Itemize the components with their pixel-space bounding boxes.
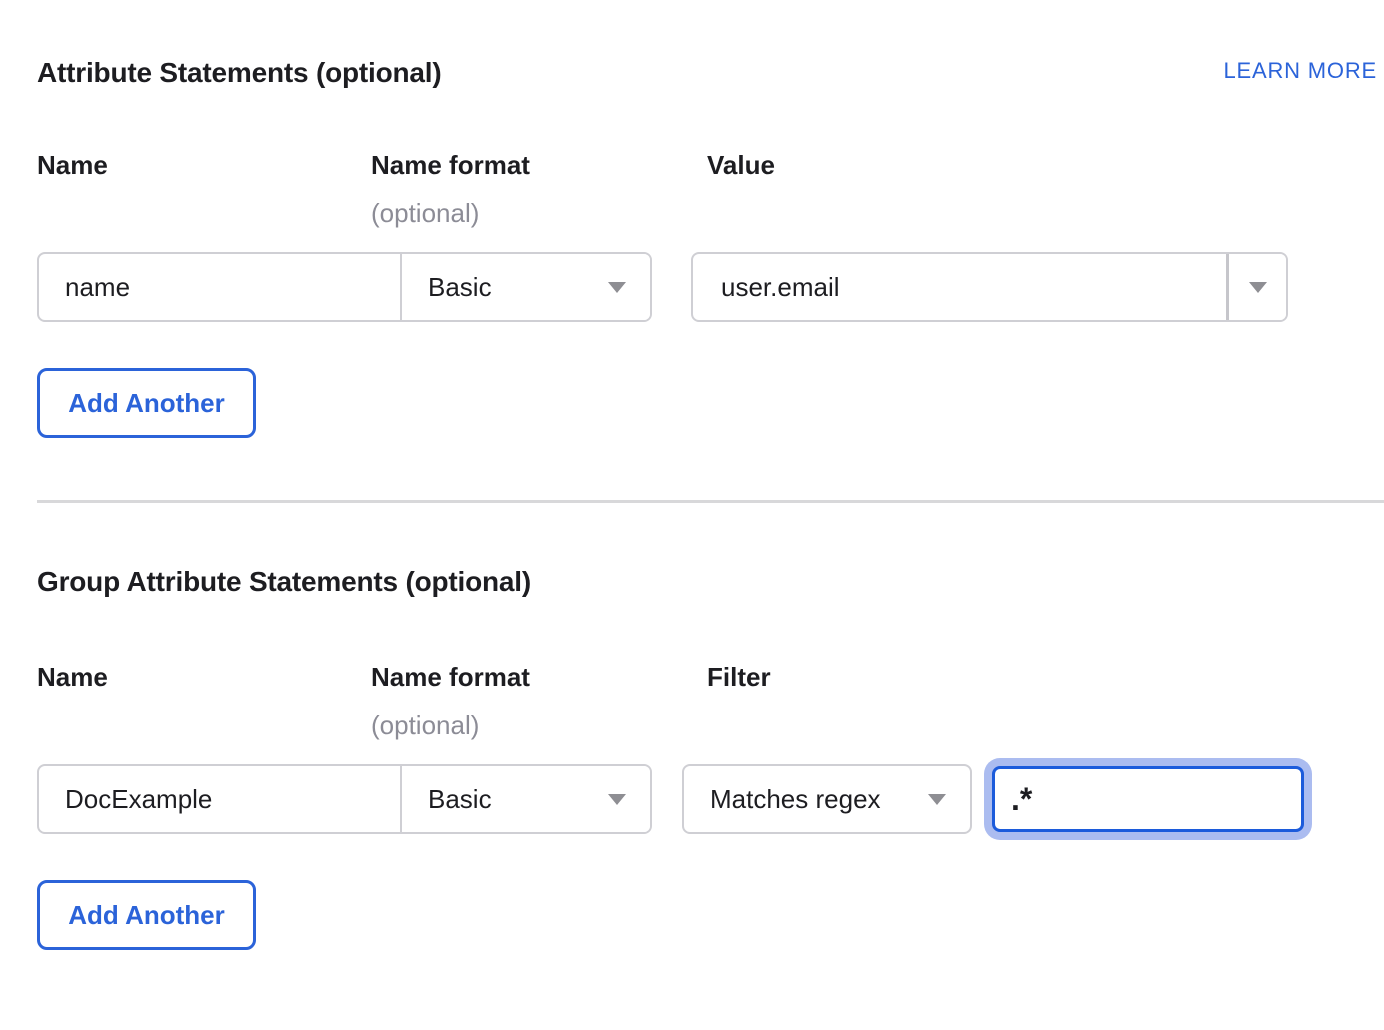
group-name-format-selected-value: Basic [428, 784, 492, 815]
attribute-statements-title: Attribute Statements (optional) [37, 56, 441, 90]
column-label-name: Name [37, 662, 371, 692]
group-column-headers: Name Name format (optional) Filter [37, 662, 1384, 740]
learn-more-link[interactable]: LEARN MORE [1224, 58, 1377, 84]
attribute-statements-header: Attribute Statements (optional) LEARN MO… [37, 56, 1384, 90]
filter-operator-selected-value: Matches regex [710, 784, 881, 815]
attribute-column-headers: Name Name format (optional) Value [37, 150, 1384, 228]
column-label-name-format-optional: (optional) [371, 710, 707, 740]
column-label-name-format: Name format [371, 662, 707, 692]
value-dropdown-button[interactable] [1229, 254, 1286, 320]
filter-regex-input[interactable] [992, 766, 1304, 832]
column-label-name-format: Name format [371, 150, 707, 180]
attribute-statement-row: Basic [37, 252, 1384, 322]
chevron-down-icon [608, 794, 626, 805]
name-format-selected-value: Basic [428, 272, 492, 303]
attribute-value-input[interactable] [693, 254, 1226, 320]
value-combobox [691, 252, 1288, 322]
add-another-attribute-button[interactable]: Add Another [37, 368, 256, 438]
chevron-down-icon [608, 282, 626, 293]
chevron-down-icon [928, 794, 946, 805]
attribute-name-input[interactable] [39, 254, 400, 320]
column-label-name: Name [37, 150, 371, 180]
chevron-down-icon [1249, 282, 1267, 293]
group-name-format-select[interactable]: Basic [402, 766, 650, 832]
column-label-name-format-optional: (optional) [371, 198, 707, 228]
filter-operator-select[interactable]: Matches regex [682, 764, 972, 834]
group-attribute-name-input[interactable] [39, 766, 400, 832]
group-attribute-statements-title: Group Attribute Statements (optional) [37, 565, 531, 599]
saml-settings-page: Attribute Statements (optional) LEARN MO… [0, 56, 1384, 950]
name-format-select[interactable]: Basic [402, 254, 650, 320]
name-and-format-group: Basic [37, 252, 652, 322]
group-name-and-format-group: Basic [37, 764, 652, 834]
column-label-filter: Filter [707, 662, 1384, 692]
group-attribute-statement-row: Basic Matches regex [37, 764, 1384, 834]
section-divider [37, 500, 1384, 503]
add-another-group-attribute-button[interactable]: Add Another [37, 880, 256, 950]
column-label-value: Value [707, 150, 1384, 180]
group-attribute-statements-header: Group Attribute Statements (optional) [37, 565, 1384, 599]
